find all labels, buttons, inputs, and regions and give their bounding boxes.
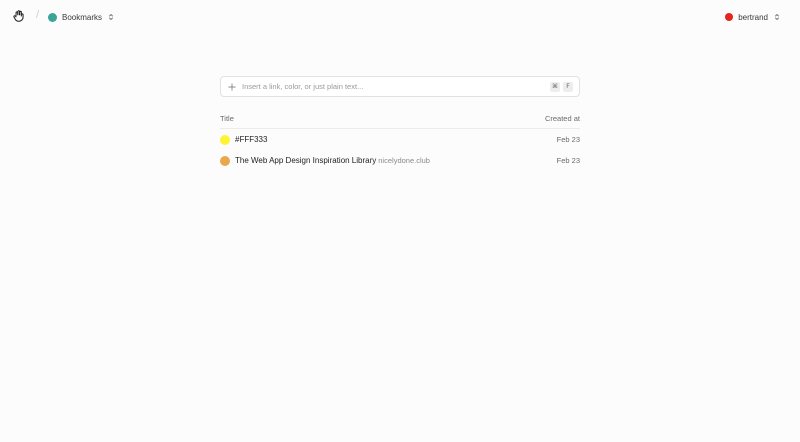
hand-logo-icon[interactable] [12, 9, 26, 23]
bookmark-title[interactable]: The Web App Design Inspiration Library [235, 156, 376, 165]
breadcrumb-separator: / [36, 9, 40, 21]
chevron-up-down-icon [775, 14, 779, 20]
row-title-cell: #FFF333 [220, 134, 269, 145]
user-avatar [725, 13, 734, 21]
bookmark-domain: nicelydone.club [378, 156, 430, 165]
table-row[interactable]: The Web App Design Inspiration Library ni… [220, 150, 580, 171]
chevron-up-down-icon [109, 14, 113, 20]
plus-icon [228, 82, 236, 91]
row-title-cell: The Web App Design Inspiration Library ni… [220, 155, 430, 166]
bookmark-favicon-icon [220, 155, 230, 166]
bookmark-title[interactable]: #FFF333 [235, 135, 267, 144]
collection-switcher[interactable]: Bookmarks [48, 10, 114, 24]
bookmark-created-date: Feb 23 [556, 156, 580, 165]
column-header-title[interactable]: Title [220, 114, 234, 123]
bookmark-favicon-icon [220, 134, 230, 145]
add-bookmark-input[interactable] [242, 82, 547, 91]
table-row[interactable]: #FFF333 Feb 23 [220, 129, 580, 150]
collection-color-dot [48, 12, 57, 22]
top-bar: / Bookmarks bertrand [0, 0, 800, 34]
shortcut-f-key: F [563, 81, 573, 92]
bookmarks-main: ⌘ F Title Created at #FFF333 Feb 23 The We… [220, 76, 580, 171]
table-header: Title Created at [220, 113, 580, 129]
bookmark-created-date: Feb 23 [556, 135, 580, 144]
user-menu[interactable]: bertrand [725, 10, 780, 24]
add-bookmark-box: ⌘ F [220, 76, 580, 97]
collection-label: Bookmarks [62, 12, 103, 22]
shortcut-cmd-key: ⌘ [550, 81, 560, 92]
user-name: bertrand [738, 12, 768, 22]
bookmark-list: #FFF333 Feb 23 The Web App Design Inspirat… [220, 129, 580, 171]
column-header-created[interactable]: Created at [545, 114, 580, 123]
